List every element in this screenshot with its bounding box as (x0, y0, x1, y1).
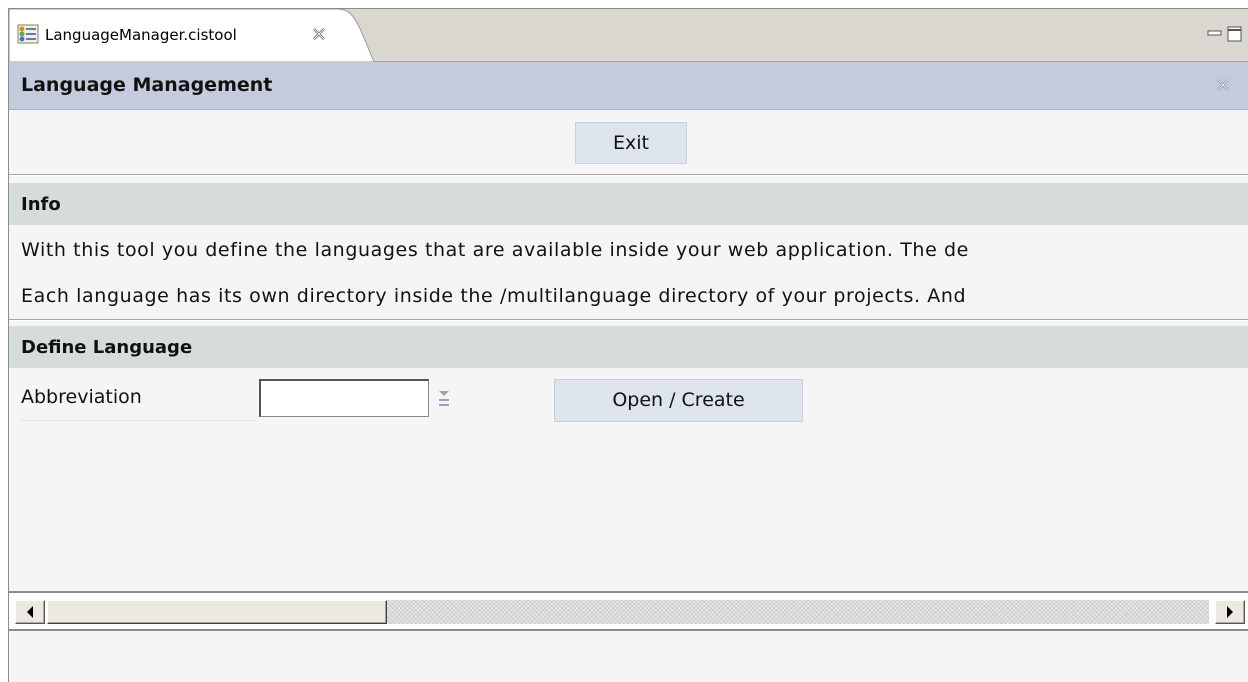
tab-label: LanguageManager.cistool (45, 26, 237, 44)
define-language-section-header: Define Language (9, 326, 1248, 368)
info-title: Info (21, 194, 61, 215)
value-help-icon[interactable] (437, 387, 451, 411)
abbreviation-label: Abbreviation (21, 386, 142, 408)
footer-area (9, 631, 1248, 682)
scroll-thumb[interactable] (47, 600, 387, 624)
arrow-right-icon (1227, 606, 1233, 618)
scroll-left-button[interactable] (15, 600, 45, 624)
abbreviation-input[interactable] (259, 379, 429, 417)
cistool-file-icon (17, 23, 39, 45)
page-title: Language Management (21, 74, 273, 96)
tab-strip: LanguageManager.cistool (9, 9, 1248, 62)
divider (9, 319, 1248, 321)
open-create-button[interactable]: Open / Create (554, 379, 803, 422)
close-x-icon[interactable] (311, 26, 327, 42)
tab-languagemanager[interactable]: LanguageManager.cistool (9, 9, 374, 62)
define-language-title: Define Language (21, 337, 193, 358)
maximize-icon[interactable] (1227, 26, 1243, 42)
arrow-left-icon (27, 606, 33, 618)
divider (9, 174, 1248, 176)
scroll-right-button[interactable] (1215, 600, 1245, 624)
info-text-line: Each language has its own directory insi… (21, 285, 967, 307)
info-section-header: Info (9, 183, 1248, 225)
exit-button[interactable]: Exit (575, 122, 687, 164)
page-header: Language Management (9, 62, 1248, 110)
editor-frame: LanguageManager.cistool Language Managem… (8, 8, 1248, 682)
horizontal-scrollbar[interactable] (9, 591, 1248, 631)
minimize-icon[interactable] (1207, 26, 1223, 42)
info-text-line: With this tool you define the languages … (21, 239, 969, 261)
close-x-icon[interactable] (1215, 77, 1231, 93)
field-underline (21, 420, 257, 421)
